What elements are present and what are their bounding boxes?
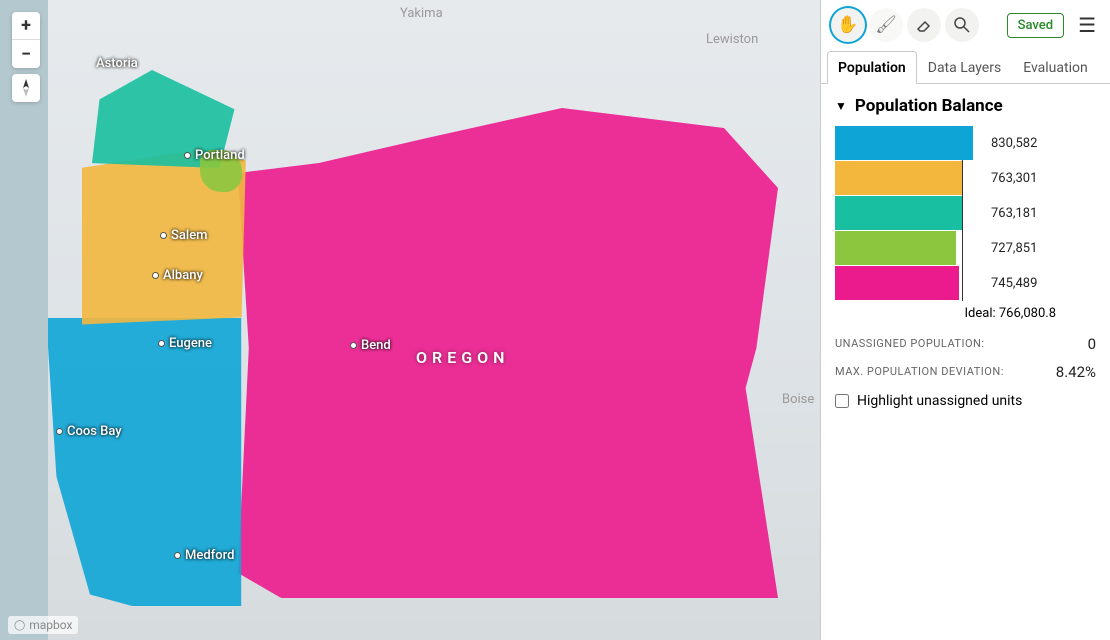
ideal-label: Ideal: 766,080.8 <box>835 306 1096 321</box>
city-label-albany: Albany <box>152 268 203 283</box>
state-label: OREGON <box>416 348 509 367</box>
zoom-in-button[interactable]: + <box>12 12 40 40</box>
brush-icon: 🖌 <box>875 15 897 35</box>
eraser-icon <box>915 16 933 34</box>
compass-button[interactable] <box>12 74 40 102</box>
population-bars: 830,582 763,301 763,181 727,851 745,489 <box>835 126 1096 300</box>
city-label-medford: Medford <box>174 548 234 563</box>
bg-city-yakima: Yakima <box>400 6 443 21</box>
pop-bar-3 <box>835 196 962 230</box>
population-panel: ▼ Population Balance 830,582 763,301 763… <box>821 84 1110 640</box>
pop-row-3: 763,181 <box>835 196 1096 230</box>
pop-bar-4 <box>835 231 956 265</box>
toolbar: ✋ 🖌 Saved ☰ <box>821 0 1110 50</box>
pop-value-5: 745,489 <box>991 276 1037 291</box>
tab-evaluation[interactable]: Evaluation <box>1012 51 1099 84</box>
unassigned-label: Unassigned population: <box>835 337 985 351</box>
pop-value-2: 763,301 <box>991 171 1037 186</box>
pop-row-2: 763,301 <box>835 161 1096 195</box>
tab-data-layers[interactable]: Data Layers <box>917 51 1012 84</box>
section-header[interactable]: ▼ Population Balance <box>835 96 1096 116</box>
bg-city-boise: Boise <box>782 392 814 407</box>
brush-tool-button[interactable]: 🖌 <box>869 8 903 42</box>
city-label-salem: Salem <box>160 228 207 243</box>
highlight-unassigned-label: Highlight unassigned units <box>857 393 1022 409</box>
caret-down-icon: ▼ <box>835 99 847 113</box>
map-attribution[interactable]: mapbox <box>8 616 78 634</box>
city-label-coos-bay: Coos Bay <box>56 424 122 439</box>
city-label-portland: Portland <box>184 148 245 163</box>
inspect-tool-button[interactable] <box>945 8 979 42</box>
unassigned-value: 0 <box>1088 335 1096 353</box>
pop-bar-5 <box>835 266 959 300</box>
hamburger-icon: ☰ <box>1078 13 1096 37</box>
city-label-bend: Bend <box>350 338 391 353</box>
pan-tool-button[interactable]: ✋ <box>831 8 865 42</box>
city-label-eugene: Eugene <box>158 336 212 351</box>
pop-bar-1 <box>835 126 973 160</box>
highlight-unassigned-checkbox-row[interactable]: Highlight unassigned units <box>835 393 1096 409</box>
sidebar: ✋ 🖌 Saved ☰ Population Data Layers Evalu… <box>820 0 1110 640</box>
unassigned-stat: Unassigned population: 0 <box>835 335 1096 353</box>
city-label-astoria: Astoria <box>96 56 138 71</box>
section-title: Population Balance <box>855 96 1003 116</box>
deviation-label: Max. population deviation: <box>835 365 1004 379</box>
pop-row-5: 745,489 <box>835 266 1096 300</box>
pop-bar-2 <box>835 161 962 195</box>
deviation-value: 8.42% <box>1056 363 1096 381</box>
pop-row-4: 727,851 <box>835 231 1096 265</box>
tabs: Population Data Layers Evaluation <box>821 50 1110 84</box>
map-canvas[interactable]: + − Astoria Portland Salem Albany Eugene… <box>0 0 820 640</box>
deviation-stat: Max. population deviation: 8.42% <box>835 363 1096 381</box>
pop-value-4: 727,851 <box>991 241 1037 256</box>
pop-value-1: 830,582 <box>991 136 1037 151</box>
highlight-unassigned-checkbox[interactable] <box>835 394 849 408</box>
compass-icon <box>19 79 33 97</box>
pop-value-3: 763,181 <box>991 206 1037 221</box>
zoom-out-button[interactable]: − <box>12 40 40 68</box>
hamburger-menu-button[interactable]: ☰ <box>1074 9 1100 41</box>
magnifier-icon <box>953 16 971 34</box>
tab-population[interactable]: Population <box>827 51 917 84</box>
pop-row-1: 830,582 <box>835 126 1096 160</box>
eraser-tool-button[interactable] <box>907 8 941 42</box>
zoom-controls: + − <box>12 12 40 68</box>
save-status-badge: Saved <box>1007 13 1064 38</box>
bg-city-lewiston: Lewiston <box>706 32 758 47</box>
hand-icon: ✋ <box>837 15 858 35</box>
